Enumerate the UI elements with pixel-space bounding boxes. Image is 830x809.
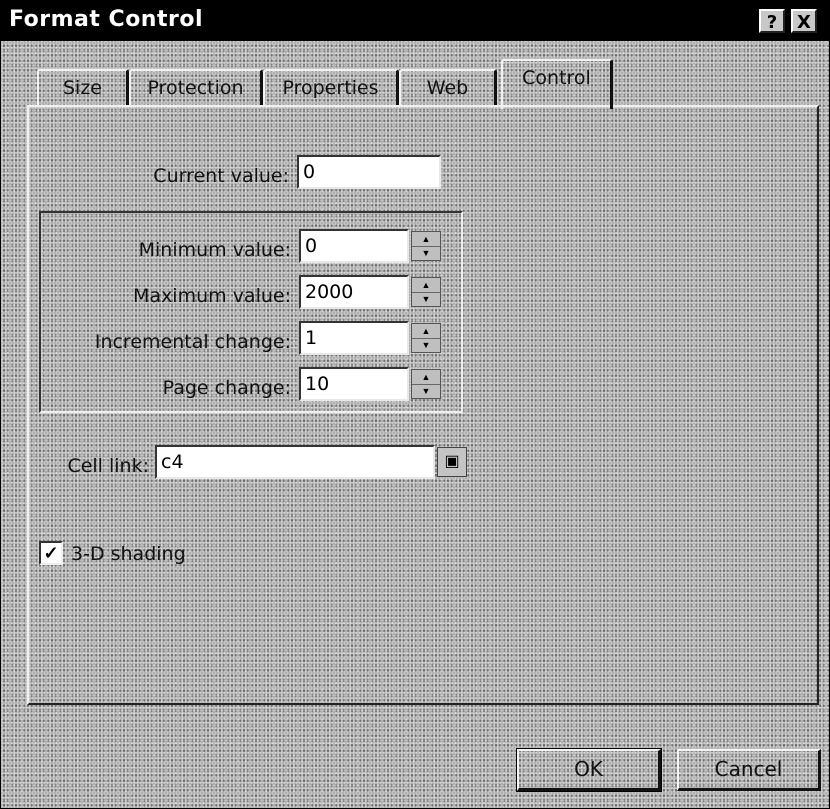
help-button[interactable]: ? (759, 9, 785, 33)
current-value-label: Current value: (153, 165, 289, 187)
page-change-label: Page change: (162, 377, 291, 399)
spin-down-icon[interactable]: ▼ (412, 246, 440, 260)
maximum-value-spinner[interactable]: ▲ ▼ (411, 277, 441, 307)
minimum-value-input[interactable]: 0 (299, 229, 409, 263)
spin-up-icon[interactable]: ▲ (412, 370, 440, 385)
close-button[interactable]: X (791, 9, 817, 33)
spin-down-icon[interactable]: ▼ (412, 384, 440, 398)
collapse-dialog-icon[interactable]: ▣ (437, 447, 467, 477)
minimum-value-label: Minimum value: (138, 239, 291, 261)
cell-link-label: Cell link: (67, 455, 149, 477)
spin-up-icon[interactable]: ▲ (412, 278, 440, 293)
current-value-input[interactable]: 0 (297, 155, 441, 189)
cancel-button[interactable]: Cancel (677, 749, 821, 791)
spin-down-icon[interactable]: ▼ (412, 292, 440, 306)
shading-checkbox[interactable]: ✓ (39, 541, 63, 565)
checkmark-icon: ✓ (43, 543, 59, 563)
page-change-input[interactable]: 10 (299, 367, 409, 401)
dialog-title: Format Control (9, 7, 203, 32)
tab-size[interactable]: Size (37, 69, 129, 107)
tab-control[interactable]: Control (501, 59, 613, 109)
maximum-value-input[interactable]: 2000 (299, 275, 409, 309)
tab-protection[interactable]: Protection (129, 69, 263, 107)
ok-button[interactable]: OK (516, 748, 662, 792)
title-bar: Format Control ? X (1, 1, 829, 41)
cell-link-input[interactable]: c4 (155, 445, 435, 479)
incremental-change-label: Incremental change: (94, 331, 291, 353)
page-change-spinner[interactable]: ▲ ▼ (411, 369, 441, 399)
spin-down-icon[interactable]: ▼ (412, 338, 440, 352)
spin-up-icon[interactable]: ▲ (412, 324, 440, 339)
minimum-value-spinner[interactable]: ▲ ▼ (411, 231, 441, 261)
incremental-change-spinner[interactable]: ▲ ▼ (411, 323, 441, 353)
shading-label: 3-D shading (71, 543, 186, 565)
maximum-value-label: Maximum value: (133, 285, 291, 307)
tab-web[interactable]: Web (399, 69, 497, 107)
tab-properties[interactable]: Properties (263, 69, 399, 107)
incremental-change-input[interactable]: 1 (299, 321, 409, 355)
format-control-dialog: Format Control ? X Size Protection Prope… (0, 0, 830, 809)
spin-up-icon[interactable]: ▲ (412, 232, 440, 247)
